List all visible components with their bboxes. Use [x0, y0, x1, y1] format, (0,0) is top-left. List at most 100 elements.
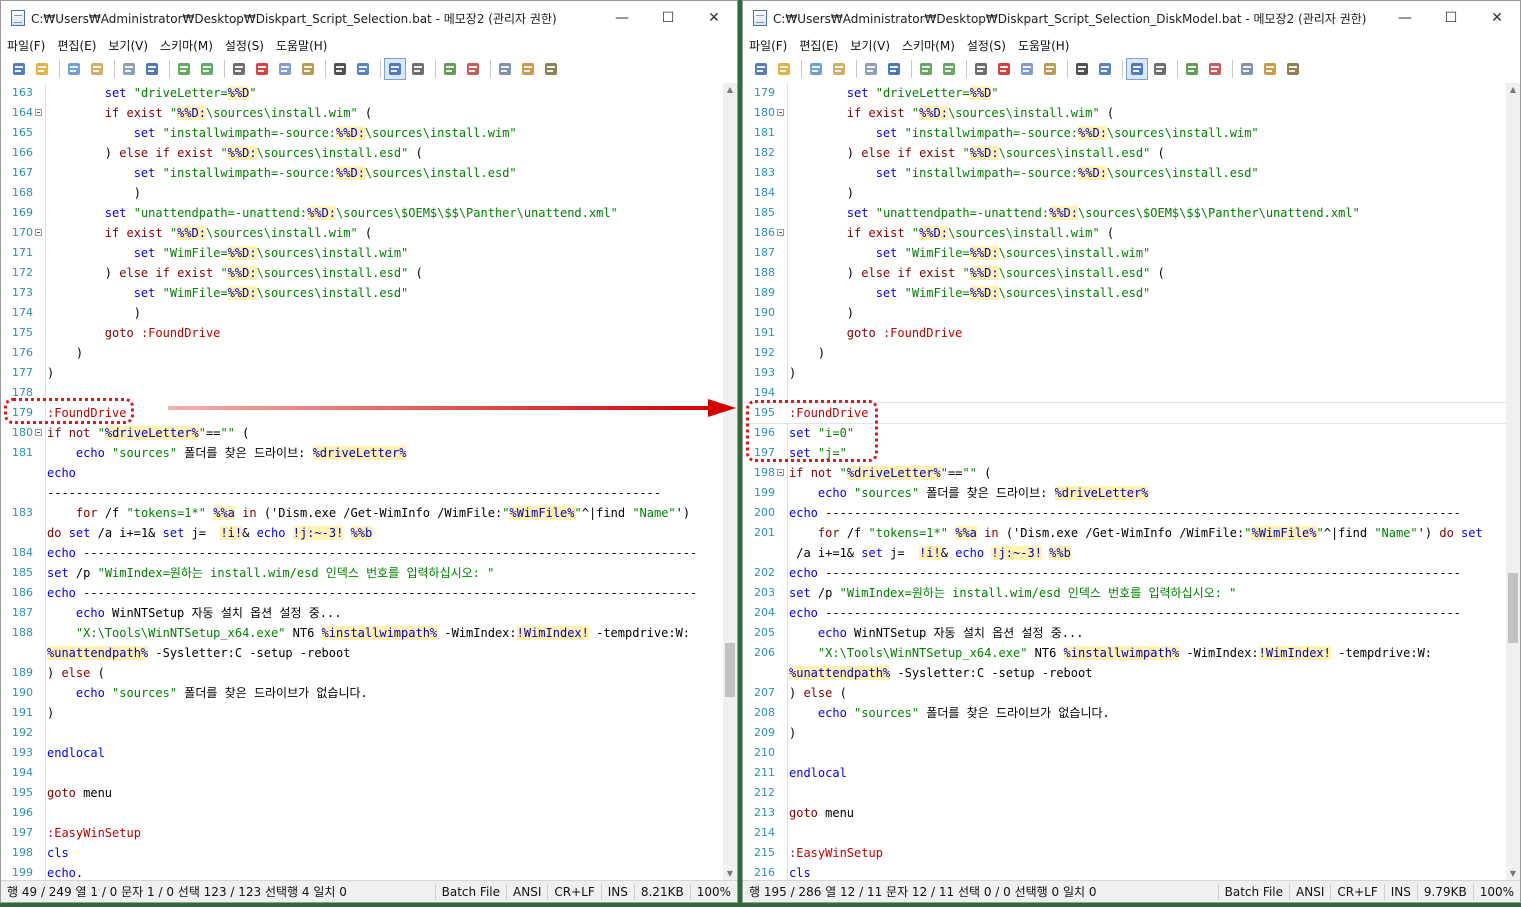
status-lexer[interactable]: Batch File: [1217, 883, 1289, 900]
menu-settings[interactable]: 설정(S): [961, 37, 1012, 54]
menu-schema[interactable]: 스키마(M): [154, 37, 219, 54]
status-eol[interactable]: CR+LF: [547, 883, 600, 900]
scroll-up-icon[interactable]: ▲: [1506, 83, 1520, 97]
fold-toggle-icon[interactable]: [35, 109, 42, 116]
code-line[interactable]: 195 goto menu: [1, 783, 723, 803]
new-doc-icon[interactable]: [64, 59, 84, 79]
scroll-down-icon[interactable]: ▼: [723, 867, 737, 881]
menu-schema[interactable]: 스키마(M): [896, 37, 961, 54]
code-line[interactable]: 166 ) else if exist "%%D:\sources\instal…: [1, 143, 723, 163]
new-file-icon[interactable]: [9, 59, 29, 79]
code-line[interactable]: 180 if not "%driveLetter%"=="" (: [1, 423, 723, 443]
title-bar[interactable]: C:₩Users₩Administrator₩Desktop₩Diskpart_…: [1, 1, 737, 35]
code-line[interactable]: 185 set /p "WimIndex=원하는 install.wim/esd …: [1, 563, 723, 583]
open-folder-icon[interactable]: [829, 59, 849, 79]
code-line[interactable]: 174 ): [1, 303, 723, 323]
code-line[interactable]: 171 set "WimFile=%%D:\sources\install.wi…: [1, 243, 723, 263]
cut-icon[interactable]: [971, 59, 991, 79]
save-icon[interactable]: [861, 59, 881, 79]
code-line[interactable]: 209): [743, 723, 1506, 743]
scroll-up-icon[interactable]: ▲: [723, 83, 737, 97]
minimize-button[interactable]: —: [1382, 1, 1428, 35]
code-line[interactable]: 215:EasyWinSetup: [743, 843, 1506, 863]
settings-icon[interactable]: [541, 59, 561, 79]
fold-toggle-icon[interactable]: [777, 109, 784, 116]
redo-icon[interactable]: [939, 59, 959, 79]
code-line[interactable]: 181 echo "sources" 폴더를 찾은 드라이브: %driveLe…: [1, 443, 723, 463]
menu-edit[interactable]: 편집(E): [793, 37, 844, 54]
code-line[interactable]: 212: [743, 783, 1506, 803]
open-file-icon[interactable]: [32, 59, 52, 79]
view-options-icon[interactable]: [408, 59, 428, 79]
code-line[interactable]: 189 set "WimFile=%%D:\sources\install.es…: [743, 283, 1506, 303]
word-wrap-icon[interactable]: [1126, 58, 1148, 80]
code-editor[interactable]: 179 set "driveLetter=%%D" 180 if exist "%…: [743, 83, 1520, 881]
status-eol[interactable]: CR+LF: [1330, 883, 1383, 900]
code-line[interactable]: 196: [1, 803, 723, 823]
code-line[interactable]: 173 set "WimFile=%%D:\sources\install.es…: [1, 283, 723, 303]
code-line[interactable]: 199 echo "sources" 폴더를 찾은 드라이브: %driveLe…: [743, 483, 1506, 503]
fold-toggle-icon[interactable]: [777, 229, 784, 236]
code-line[interactable]: 201 for /f "tokens=1*" %%a in ('Dism.exe…: [743, 523, 1506, 543]
code-line[interactable]: 163 set "driveLetter=%%D": [1, 83, 723, 103]
copy-icon[interactable]: [1017, 59, 1037, 79]
word-wrap-icon[interactable]: [384, 58, 406, 80]
save-icon[interactable]: [119, 59, 139, 79]
code-line[interactable]: 187 echo WinNTSetup 자동 설치 옵션 설정 중...: [1, 603, 723, 623]
code-line[interactable]: 203 set /p "WimIndex=원하는 install.wim/esd …: [743, 583, 1506, 603]
code-line[interactable]: 191): [1, 703, 723, 723]
code-line[interactable]: 193 endlocal: [1, 743, 723, 763]
code-line[interactable]: 170 if exist "%%D:\sources\install.wim" …: [1, 223, 723, 243]
status-zoom[interactable]: 100%: [689, 883, 737, 900]
code-line[interactable]: 190 ): [743, 303, 1506, 323]
menu-view[interactable]: 보기(V): [844, 37, 896, 54]
code-line[interactable]: 202 echo --------------------------------…: [743, 563, 1506, 583]
code-line[interactable]: 210: [743, 743, 1506, 763]
code-line[interactable]: 184 echo --------------------------------…: [1, 543, 723, 563]
menu-file[interactable]: 파일(F): [1, 37, 51, 54]
code-line[interactable]: 181 set "installwimpath=-source:%%D:\sou…: [743, 123, 1506, 143]
zoom-in-icon[interactable]: [440, 59, 460, 79]
code-line[interactable]: /a i+=1& set j= !i!& echo !j:~-3! %%b: [743, 543, 1506, 563]
save-as-icon[interactable]: [142, 59, 162, 79]
code-line[interactable]: 188 "X:\Tools\WinNTSetup_x64.exe" NT6 %i…: [1, 623, 723, 643]
code-line[interactable]: 183 set "installwimpath=-source:%%D:\sou…: [743, 163, 1506, 183]
delete-icon[interactable]: [994, 59, 1014, 79]
maximize-button[interactable]: ☐: [1428, 1, 1474, 35]
copy-icon[interactable]: [275, 59, 295, 79]
delete-icon[interactable]: [252, 59, 272, 79]
menu-settings[interactable]: 설정(S): [219, 37, 270, 54]
code-line[interactable]: 197:EasyWinSetup: [1, 823, 723, 843]
menu-edit[interactable]: 편집(E): [51, 37, 102, 54]
find-icon[interactable]: [330, 59, 350, 79]
status-zoom[interactable]: 100%: [1472, 883, 1520, 900]
code-line[interactable]: 186 if exist "%%D:\sources\install.wim" …: [743, 223, 1506, 243]
code-line[interactable]: 182 ) else if exist "%%D:\sources\instal…: [743, 143, 1506, 163]
close-button[interactable]: ✕: [691, 1, 737, 35]
status-encoding[interactable]: ANSI: [506, 883, 547, 900]
status-ins[interactable]: INS: [600, 883, 634, 900]
code-line[interactable]: 214: [743, 823, 1506, 843]
scrollbar-thumb[interactable]: [725, 643, 735, 697]
code-line[interactable]: %unattendpath% -Sysletter:C -setup -rebo…: [1, 643, 723, 663]
code-line[interactable]: 200 echo --------------------------------…: [743, 503, 1506, 523]
code-line[interactable]: 197 set "j=": [743, 443, 1506, 463]
paste-icon[interactable]: [298, 59, 318, 79]
code-line[interactable]: 188 ) else if exist "%%D:\sources\instal…: [743, 263, 1506, 283]
menu-help[interactable]: 도움말(H): [270, 37, 334, 54]
code-line[interactable]: 190 echo "sources" 폴더를 찾은 드라이브가 없습니다.: [1, 683, 723, 703]
schema-icon[interactable]: [495, 59, 515, 79]
zoom-in-icon[interactable]: [1182, 59, 1202, 79]
replace-icon[interactable]: [1095, 59, 1115, 79]
code-line[interactable]: 193): [743, 363, 1506, 383]
undo-icon[interactable]: [174, 59, 194, 79]
code-line[interactable]: 192 ): [743, 343, 1506, 363]
code-line[interactable]: 216 cls: [743, 863, 1506, 881]
open-file-icon[interactable]: [774, 59, 794, 79]
menu-help[interactable]: 도움말(H): [1012, 37, 1076, 54]
code-line[interactable]: 176 ): [1, 343, 723, 363]
zoom-out-icon[interactable]: [1205, 59, 1225, 79]
code-line[interactable]: 184 ): [743, 183, 1506, 203]
code-line[interactable]: 198 cls: [1, 843, 723, 863]
code-line[interactable]: 179 set "driveLetter=%%D": [743, 83, 1506, 103]
